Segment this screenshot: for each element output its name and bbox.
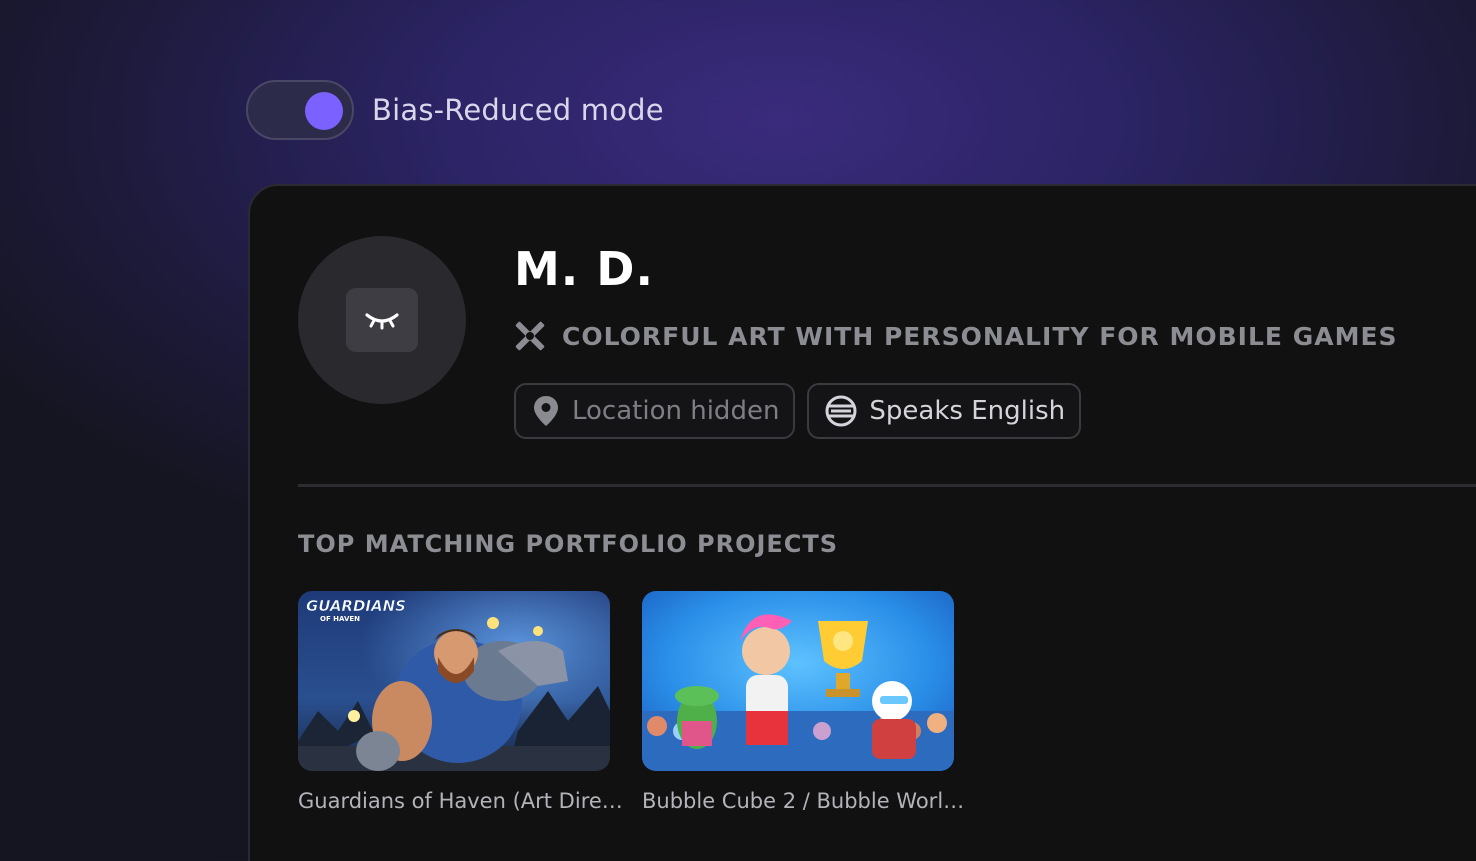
portfolio-projects: GUARDIANS OF HAVEN Guardians of Haven (A… — [298, 591, 964, 813]
toggle-knob — [305, 91, 343, 130]
svg-text:GUARDIANS: GUARDIANS — [306, 597, 406, 615]
bias-reduced-toggle[interactable] — [246, 79, 354, 140]
toggle-label: Bias-Reduced mode — [372, 92, 664, 127]
profile-chips: Location hidden Speaks English — [514, 383, 1082, 439]
tagline-row: COLORFUL ART WITH PERSONALITY FOR MOBILE… — [514, 320, 1398, 352]
profile-card: M. D. COLORFUL ART WITH PERSONALITY FOR … — [248, 184, 1476, 861]
location-chip: Location hidden — [514, 383, 796, 439]
closed-eye-icon — [365, 313, 399, 330]
portfolio-project-bubble-cube[interactable]: Bubble Cube 2 / Bubble Worl… — [642, 591, 964, 813]
bias-reduced-toggle-row: Bias-Reduced mode — [246, 78, 664, 141]
avatar — [298, 236, 466, 404]
project-title[interactable]: Guardians of Haven (Art Dire… — [298, 789, 623, 813]
svg-text:OF HAVEN: OF HAVEN — [320, 615, 360, 623]
location-chip-label: Location hidden — [572, 396, 780, 426]
project-title[interactable]: Bubble Cube 2 / Bubble Worl… — [642, 789, 964, 813]
avatar-placeholder — [346, 288, 418, 352]
divider — [298, 484, 1476, 487]
portfolio-project-guardians[interactable]: GUARDIANS OF HAVEN Guardians of Haven (A… — [298, 591, 623, 813]
tagline: COLORFUL ART WITH PERSONALITY FOR MOBILE… — [562, 321, 1398, 351]
location-pin-icon — [534, 396, 558, 426]
portfolio-section-title: TOP MATCHING PORTFOLIO PROJECTS — [298, 530, 839, 558]
tools-cross-icon — [515, 321, 545, 351]
project-thumbnail[interactable]: GUARDIANS OF HAVEN — [298, 591, 610, 771]
language-globe-icon — [825, 395, 857, 427]
project-thumbnail[interactable] — [642, 591, 954, 771]
candidate-name: M. D. — [514, 242, 654, 296]
language-chip-label: Speaks English — [869, 396, 1066, 426]
language-chip: Speaks English — [807, 383, 1082, 439]
